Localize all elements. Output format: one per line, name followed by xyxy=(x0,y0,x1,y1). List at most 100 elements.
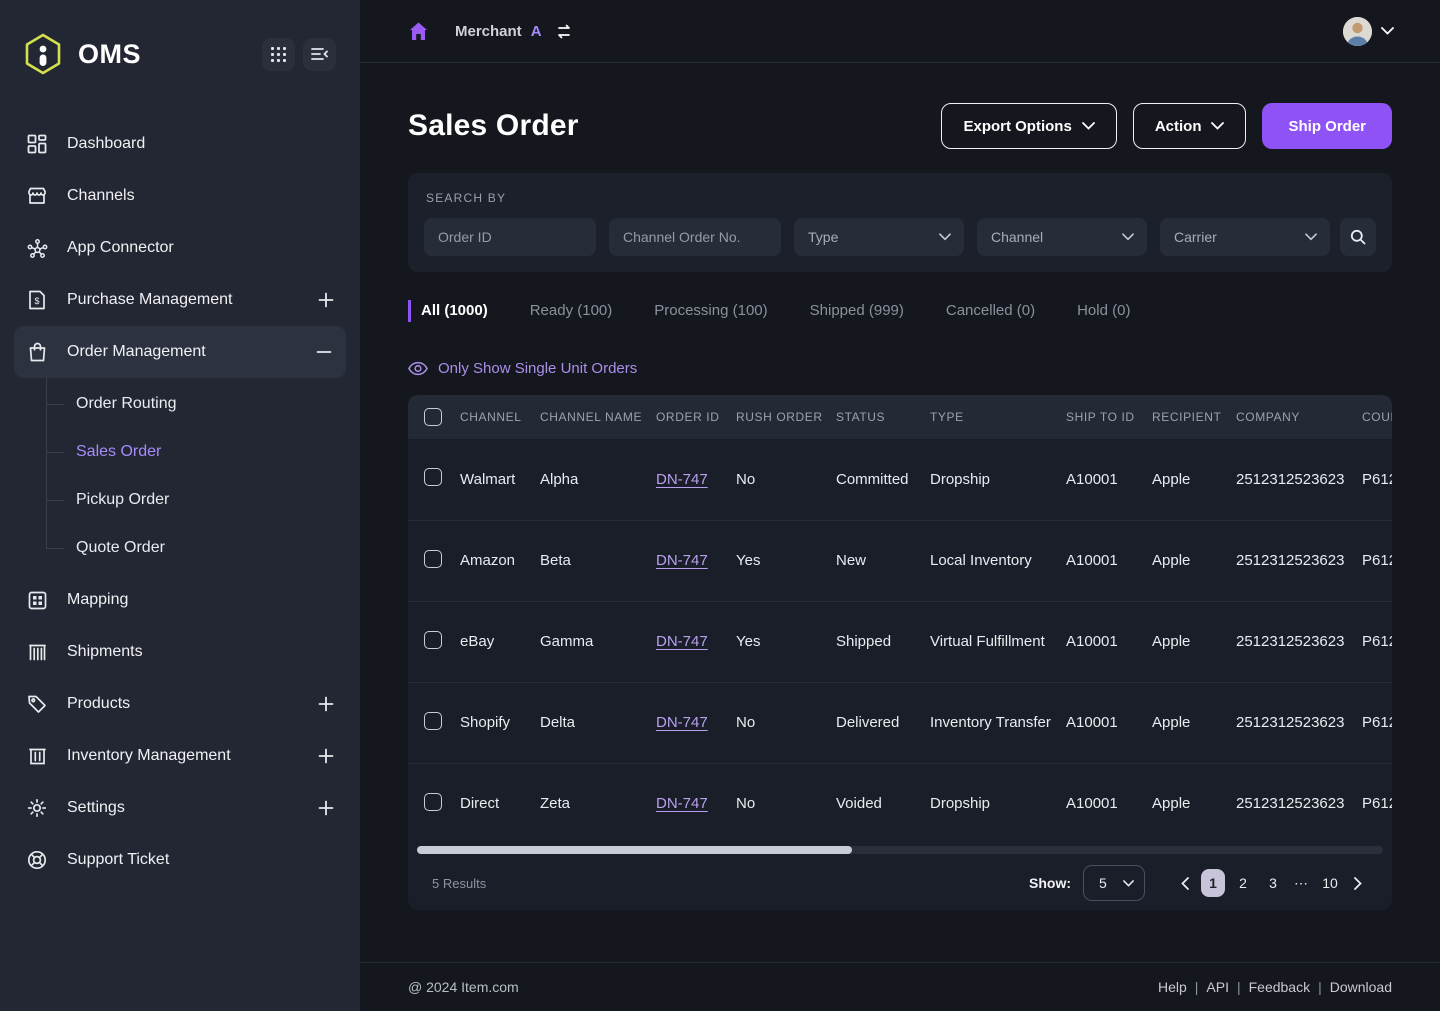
status-tabs: All (1000) Ready (100) Processing (100) … xyxy=(408,300,1392,322)
footer-link[interactable]: API xyxy=(1206,979,1229,995)
single-unit-orders-label: Only Show Single Unit Orders xyxy=(438,360,637,377)
single-unit-orders-toggle[interactable]: Only Show Single Unit Orders xyxy=(408,360,1392,377)
sidebar-item-settings[interactable]: Settings xyxy=(0,782,360,834)
sidebar-item-order-management[interactable]: Order Management xyxy=(14,326,346,378)
cell-ship-to-id: A10001 xyxy=(1066,601,1152,682)
merchant-switcher[interactable]: Merchant A xyxy=(455,23,573,40)
sidebar-item-label: Purchase Management xyxy=(67,291,232,309)
plus-icon[interactable] xyxy=(318,800,334,816)
col-status: STATUS xyxy=(836,395,930,439)
order-id-link[interactable]: DN-747 xyxy=(656,633,708,650)
page-number[interactable]: 3 xyxy=(1261,869,1285,897)
tab-hold[interactable]: Hold (0) xyxy=(1077,300,1130,322)
gear-icon xyxy=(26,798,48,818)
cell-channel-name: Zeta xyxy=(540,763,656,844)
topbar: Merchant A xyxy=(360,0,1440,63)
order-id-link[interactable]: DN-747 xyxy=(656,714,708,731)
chevron-left-icon xyxy=(1181,877,1189,890)
tab-cancelled[interactable]: Cancelled (0) xyxy=(946,300,1035,322)
subnav-item-label: Pickup Order xyxy=(76,491,169,509)
carrier-select-value: Carrier xyxy=(1174,229,1217,245)
row-checkbox[interactable] xyxy=(424,793,442,811)
apps-grid-button[interactable] xyxy=(262,38,295,71)
channel-order-no-input[interactable] xyxy=(609,218,781,256)
row-checkbox[interactable] xyxy=(424,468,442,486)
cell-recipient: Apple xyxy=(1152,601,1236,682)
channel-select[interactable]: Channel xyxy=(977,218,1147,256)
order-id-link[interactable]: DN-747 xyxy=(656,552,708,569)
next-page-button[interactable] xyxy=(1348,877,1368,890)
ship-order-button[interactable]: Ship Order xyxy=(1262,103,1392,149)
dashboard-icon xyxy=(26,134,48,154)
page-number[interactable]: 10 xyxy=(1318,869,1342,897)
search-button[interactable] xyxy=(1340,218,1376,256)
cell-status: Shipped xyxy=(836,601,930,682)
tab-processing[interactable]: Processing (100) xyxy=(654,300,767,322)
carrier-select[interactable]: Carrier xyxy=(1160,218,1330,256)
plus-icon[interactable] xyxy=(318,748,334,764)
footer-link[interactable]: Download xyxy=(1330,979,1392,995)
cell-ship-to-id: A10001 xyxy=(1066,763,1152,844)
subnav-item-sales-order[interactable]: Sales Order xyxy=(46,428,360,476)
order-id-input[interactable] xyxy=(424,218,596,256)
sidebar-item-shipments[interactable]: Shipments xyxy=(0,626,360,678)
collapse-sidebar-button[interactable] xyxy=(303,38,336,71)
footer-link[interactable]: Help xyxy=(1158,979,1187,995)
sidebar-item-dashboard[interactable]: Dashboard xyxy=(0,118,360,170)
chevron-down-icon xyxy=(939,233,951,241)
action-button[interactable]: Action xyxy=(1133,103,1247,149)
search-by-label: SEARCH BY xyxy=(426,191,1376,205)
minus-icon[interactable] xyxy=(316,344,332,360)
search-panel: SEARCH BY Type Channel Carrier xyxy=(408,173,1392,272)
select-all-checkbox[interactable] xyxy=(424,408,442,426)
switch-merchant-icon[interactable] xyxy=(555,23,573,40)
previous-page-button[interactable] xyxy=(1175,877,1195,890)
tab-ready[interactable]: Ready (100) xyxy=(530,300,613,322)
type-select[interactable]: Type xyxy=(794,218,964,256)
sidebar: OMS Dashboard xyxy=(0,0,360,1011)
page-size-select[interactable]: 5 xyxy=(1083,865,1145,901)
page-number[interactable]: 2 xyxy=(1231,869,1255,897)
sidebar-item-label: Mapping xyxy=(67,591,128,609)
inventory-columns-icon xyxy=(26,747,48,766)
tab-shipped[interactable]: Shipped (999) xyxy=(810,300,904,322)
row-checkbox[interactable] xyxy=(424,550,442,568)
results-count: 5 Results xyxy=(432,876,486,891)
user-menu[interactable] xyxy=(1343,17,1394,46)
cell-country: P6123 xyxy=(1362,439,1392,520)
sidebar-item-label: Inventory Management xyxy=(67,747,231,765)
avatar[interactable] xyxy=(1343,17,1372,46)
page-content: Sales Order Export Options Action Ship O… xyxy=(360,63,1440,962)
footer-link[interactable]: Feedback xyxy=(1249,979,1310,995)
plus-icon[interactable] xyxy=(318,292,334,308)
subnav-item-pickup-order[interactable]: Pickup Order xyxy=(46,476,360,524)
sidebar-item-support-ticket[interactable]: Support Ticket xyxy=(0,834,360,886)
sidebar-item-inventory-management[interactable]: Inventory Management xyxy=(0,730,360,782)
sidebar-item-app-connector[interactable]: App Connector xyxy=(0,222,360,274)
tab-all[interactable]: All (1000) xyxy=(408,300,488,322)
merchant-label: Merchant xyxy=(455,23,522,40)
sidebar-item-mapping[interactable]: Mapping xyxy=(0,574,360,626)
plus-icon[interactable] xyxy=(318,696,334,712)
col-country: COUNTRY xyxy=(1362,395,1392,439)
sidebar-item-products[interactable]: Products xyxy=(0,678,360,730)
subnav-item-quote-order[interactable]: Quote Order xyxy=(46,524,360,572)
sidebar-item-channels[interactable]: Channels xyxy=(0,170,360,222)
sidebar-item-purchase-management[interactable]: $ Purchase Management xyxy=(0,274,360,326)
subnav-item-order-routing[interactable]: Order Routing xyxy=(46,380,360,428)
row-checkbox[interactable] xyxy=(424,631,442,649)
horizontal-scrollbar[interactable] xyxy=(417,846,1383,854)
page-number[interactable]: 1 xyxy=(1201,869,1225,897)
chevron-down-icon xyxy=(1123,880,1134,887)
order-id-link[interactable]: DN-747 xyxy=(656,795,708,812)
row-checkbox[interactable] xyxy=(424,712,442,730)
scrollbar-thumb[interactable] xyxy=(417,846,852,854)
cell-type: Dropship xyxy=(930,439,1066,520)
cell-rush-order: No xyxy=(736,682,836,763)
export-options-button[interactable]: Export Options xyxy=(941,103,1116,149)
home-icon[interactable] xyxy=(408,21,429,42)
sidebar-item-label: Shipments xyxy=(67,643,143,661)
orders-table-card: CHANNEL CHANNEL NAME ORDER ID RUSH ORDER… xyxy=(408,395,1392,910)
table-row: Direct Zeta DN-747 No Voided Dropship A1… xyxy=(408,763,1392,844)
order-id-link[interactable]: DN-747 xyxy=(656,471,708,488)
